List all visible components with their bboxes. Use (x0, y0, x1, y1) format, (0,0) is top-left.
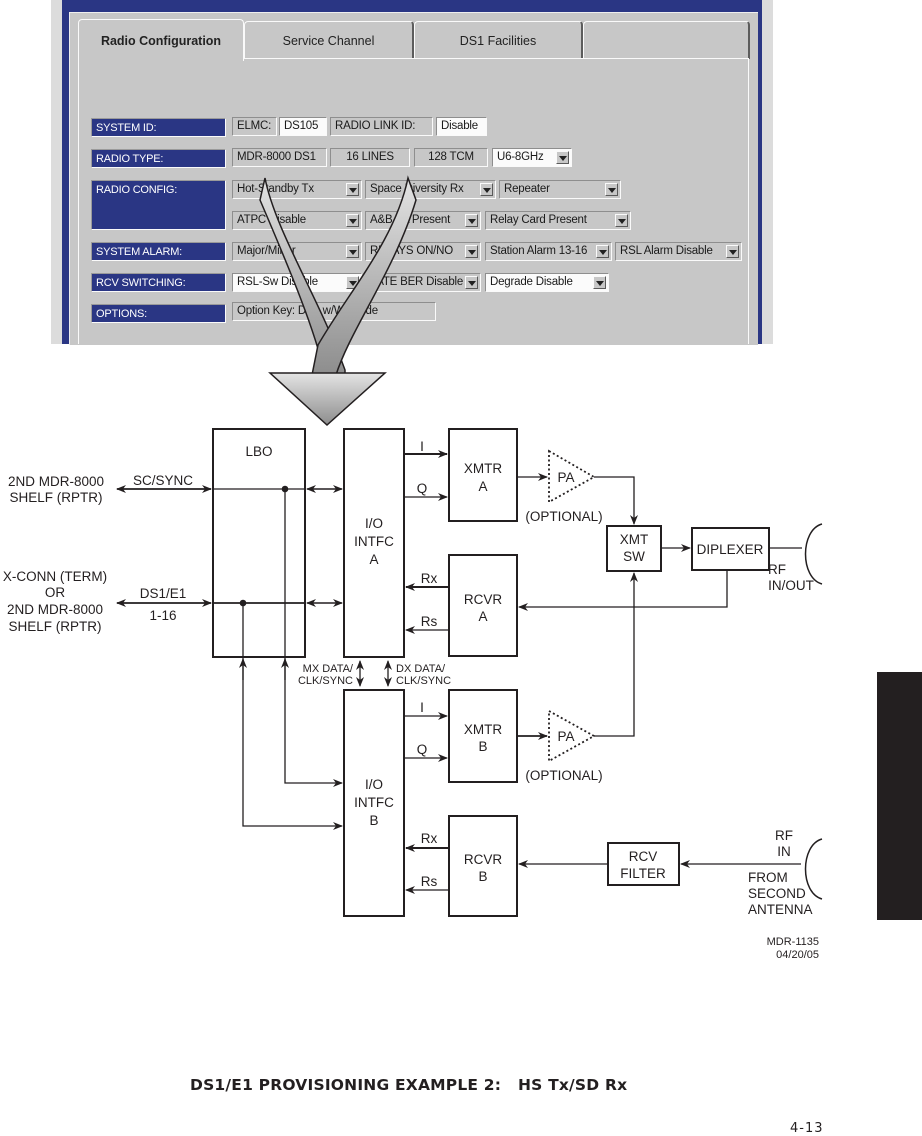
io-b-label: INTFC (354, 795, 394, 810)
rcv-filter-label: RCV (629, 849, 658, 864)
lbo-block (212, 428, 306, 658)
xmtr-a-label: XMTR (464, 461, 502, 476)
rcv-filter-label: FILTER (620, 866, 666, 881)
lines-range-label: 1-16 (149, 608, 176, 623)
ds1-e1-label: DS1/E1 (140, 586, 187, 601)
io-b-label: B (369, 813, 378, 828)
dx-data-label: CLK/SYNC (396, 675, 451, 687)
rs-label: Rs (421, 874, 438, 889)
io-a-label: A (369, 552, 378, 567)
pa-a-label: PA (557, 470, 574, 485)
xmtr-b-label: B (478, 739, 487, 754)
rx-label: Rx (421, 571, 438, 586)
dx-data-label: DX DATA/ (396, 663, 446, 675)
i-label: I (420, 439, 424, 454)
xconn-label: X-CONN (TERM) (3, 569, 107, 584)
rx-label: Rx (421, 831, 438, 846)
rcvr-b-label: RCVR (464, 852, 503, 867)
io-b-label: I/O (365, 777, 383, 792)
xmtr-a-label: A (478, 479, 487, 494)
xmt-sw-label: XMT (620, 532, 649, 547)
rf-inout-label: RF (768, 562, 786, 577)
rf-in-label: IN (777, 844, 791, 859)
io-a-label: INTFC (354, 534, 394, 549)
optional-label: (OPTIONAL) (525, 768, 602, 783)
optional-label: (OPTIONAL) (525, 509, 602, 524)
xconn-label: 2ND MDR-8000 (7, 602, 103, 617)
tab-radio-configuration[interactable]: Radio Configuration (78, 19, 244, 61)
callout-arrow (259, 175, 417, 427)
block-diagram: LBO I/O INTFC A I/O INTFC B XMTR A RCVR … (3, 175, 823, 961)
rcvr-a-label: RCVR (464, 592, 503, 607)
lbo-label: LBO (245, 444, 272, 459)
i-label: I (420, 700, 424, 715)
q-label: Q (417, 742, 428, 757)
diplexer-label: DIPLEXER (697, 542, 764, 557)
rf-inout-label: IN/OUT (768, 578, 814, 593)
pa-b-label: PA (557, 729, 574, 744)
shelf-rptr-label: 2ND MDR-8000 (8, 474, 104, 489)
figure-caption: DS1/E1 PROVISIONING EXAMPLE 2: HS Tx/SD … (190, 1076, 628, 1094)
rf-in-label: RF (775, 828, 793, 843)
section-thumb-tab (877, 672, 922, 920)
sc-sync-label: SC/SYNC (133, 473, 193, 488)
rcvr-a-label: A (478, 609, 487, 624)
from-second-label: ANTENNA (748, 902, 813, 917)
io-a-label: I/O (365, 516, 383, 531)
antenna-main-icon (804, 523, 823, 585)
page-number: 4-13 (790, 1121, 824, 1136)
tab-label: Radio Configuration (100, 33, 222, 48)
mx-data-label: CLK/SYNC (298, 675, 353, 687)
q-label: Q (417, 481, 428, 496)
shelf-rptr-label: SHELF (RPTR) (9, 490, 102, 505)
drawing-date-label: 04/20/05 (776, 949, 819, 961)
from-second-label: FROM (748, 870, 788, 885)
xconn-label: SHELF (RPTR) (8, 619, 101, 634)
antenna-second-icon (804, 838, 823, 900)
xmt-sw-label: SW (623, 549, 645, 564)
xmtr-b-label: XMTR (464, 722, 502, 737)
drawing-id-label: MDR-1135 (767, 936, 819, 948)
from-second-label: SECOND (748, 886, 806, 901)
xconn-label: OR (45, 585, 66, 600)
rcvr-b-label: B (478, 869, 487, 884)
rs-label: Rs (421, 614, 438, 629)
mx-data-label: MX DATA/ (303, 663, 354, 675)
